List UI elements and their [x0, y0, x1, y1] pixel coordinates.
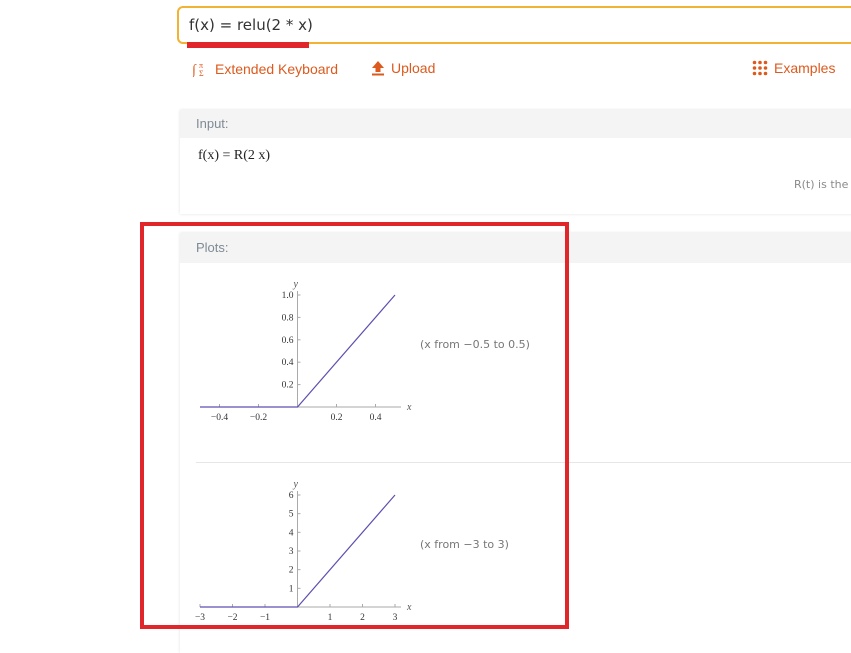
plot-2-x-tick-label: −3 — [195, 613, 205, 623]
plot-2: x y −3 −2 −1 1 2 3 1 2 3 4 5 6 — [195, 479, 412, 623]
plot-1-x-tick-label: −0.4 — [211, 413, 228, 423]
plot-divider — [196, 462, 851, 463]
plot-2-y-tick-label: 1 — [289, 584, 294, 594]
svg-text:∫: ∫ — [192, 63, 197, 77]
plot-2-x-tick-label: 2 — [360, 613, 365, 623]
plot-2-x-tick-label: −1 — [260, 613, 270, 623]
plot-1-x-tick-label: 0.4 — [370, 413, 382, 423]
plot-1-y-tick-label: 0.4 — [282, 358, 294, 368]
examples-button[interactable]: Examples — [752, 60, 835, 76]
svg-text:Σ: Σ — [199, 69, 204, 77]
plot-2-y-tick-label: 6 — [289, 491, 294, 501]
plot-2-y-tick-label: 2 — [289, 566, 294, 576]
plot-1-x-tick-label: 0.2 — [331, 413, 343, 423]
examples-label: Examples — [774, 60, 836, 76]
plot-1-y-tick-label: 0.8 — [282, 313, 294, 323]
plot-2-y-tick-label: 4 — [289, 528, 294, 538]
plot-2-range: (x from −3 to 3) — [420, 538, 509, 551]
upload-button[interactable]: Upload — [371, 60, 435, 76]
plot-1-range: (x from −0.5 to 0.5) — [420, 338, 530, 351]
plot-1-y-tick-label: 0.6 — [282, 336, 294, 346]
extended-keyboard-label: Extended Keyboard — [215, 60, 338, 77]
input-pod: Input: f(x) = R(2 x) R(t) is the — [180, 110, 851, 214]
plot-2-x-tick-label: −2 — [227, 613, 237, 623]
input-note: R(t) is the — [794, 178, 849, 191]
keyboard-icon: ∫ π Σ — [192, 60, 209, 77]
plot-2-y-axis-label: y — [293, 479, 299, 490]
input-pod-header: Input: — [180, 110, 851, 138]
plot-2-y-tick-label: 5 — [289, 510, 294, 520]
upload-label: Upload — [391, 60, 436, 76]
plots-pod-header: Plots: — [180, 233, 851, 263]
plot-2-x-tick-label: 3 — [393, 613, 398, 623]
plot-1-y-tick-label: 1.0 — [282, 291, 294, 301]
input-formula: f(x) = R(2 x) — [198, 148, 271, 163]
plots-pod: Plots: x y −0.4 −0.2 0.2 0.4 0.2 0.4 0.6 0.8 1.0 (… — [180, 233, 851, 653]
plot-1-y-axis-label: y — [293, 279, 299, 290]
plot-2-x-tick-label: 1 — [328, 613, 333, 623]
search-input[interactable]: f(x) = relu(2 * x) — [189, 16, 313, 34]
extended-keyboard-button[interactable]: ∫ π Σ Extended Keyboard — [192, 60, 338, 78]
plot-1: x y −0.4 −0.2 0.2 0.4 0.2 0.4 0.6 0.8 1.0 — [200, 279, 412, 423]
plot-2-x-axis-label: x — [406, 602, 412, 613]
plot-1-x-tick-label: −0.2 — [250, 413, 267, 423]
search-highlight-underline — [187, 42, 309, 48]
search-box[interactable]: f(x) = relu(2 * x) — [177, 6, 851, 44]
grid-icon — [752, 60, 768, 76]
plot-1-y-tick-label: 0.2 — [282, 381, 294, 391]
upload-icon — [371, 60, 385, 76]
plot-1-x-axis-label: x — [406, 402, 412, 413]
plot-2-y-tick-label: 3 — [289, 547, 294, 557]
